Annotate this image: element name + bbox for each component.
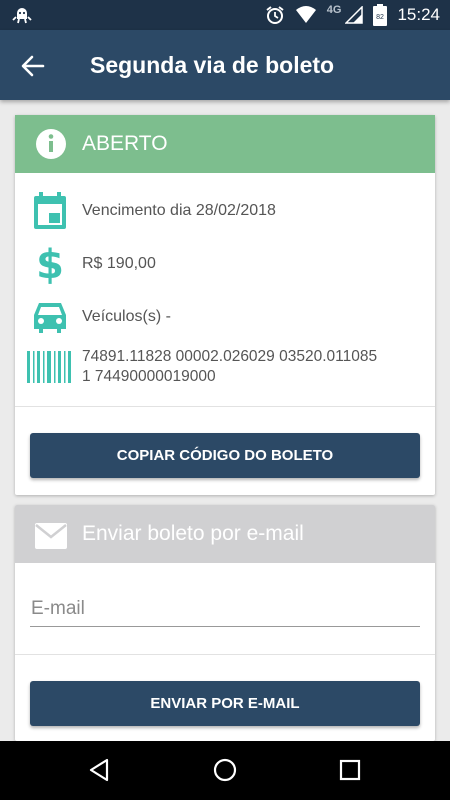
status-header: ABERTO	[15, 115, 435, 173]
barcode-icon	[27, 351, 71, 383]
back-triangle-icon[interactable]	[85, 755, 115, 785]
network-type: 4G	[326, 4, 342, 16]
alarm-icon	[266, 6, 284, 24]
amount-text: R$ 190,00	[82, 255, 156, 272]
email-header-title: Enviar boleto por e-mail	[82, 522, 304, 545]
divider	[15, 654, 435, 655]
system-nav-bar	[0, 741, 450, 800]
app-bar: Segunda via de boleto	[0, 30, 450, 100]
back-arrow-icon[interactable]	[18, 51, 48, 81]
barcode-line-2: 1 74490000019000	[82, 368, 216, 385]
email-card: Enviar boleto por e-mail E-mail ENVIAR P…	[15, 505, 435, 741]
android-debug-icon	[12, 8, 32, 24]
signal-icon	[345, 6, 364, 24]
recents-square-icon[interactable]	[335, 755, 365, 785]
svg-text:$: $	[36, 244, 64, 284]
dollar-icon: $	[36, 244, 64, 284]
clock: 15:24	[397, 5, 440, 24]
due-date-row: Vencimento dia 28/02/2018	[15, 190, 435, 235]
email-header: Enviar boleto por e-mail	[15, 505, 435, 563]
page-title: Segunda via de boleto	[90, 52, 335, 78]
barcode-text: 74891.11828 00002.026029 03520.011085 1 …	[82, 347, 377, 387]
email-field[interactable]: E-mail	[30, 595, 420, 627]
barcode-row: 74891.11828 00002.026029 03520.011085 1 …	[15, 345, 435, 395]
amount-row: $ R$ 190,00	[15, 242, 435, 287]
send-email-button[interactable]: ENVIAR POR E-MAIL	[30, 681, 420, 726]
battery-icon: 82	[373, 4, 388, 26]
status-bar: 4G 82 15:24	[0, 0, 450, 30]
svg-text:82: 82	[377, 14, 385, 21]
wifi-icon	[295, 6, 316, 23]
car-icon	[34, 303, 66, 333]
divider	[15, 406, 435, 407]
boleto-card: ABERTO Vencimento dia 28/02/2018 $ R$ 19…	[15, 115, 435, 495]
vehicles-row: Veículos(s) -	[15, 295, 435, 337]
status-badge: ABERTO	[82, 132, 168, 155]
vehicles-text: Veículos(s) -	[82, 308, 171, 325]
info-icon	[36, 129, 66, 159]
envelope-icon	[35, 523, 67, 549]
calendar-icon	[34, 192, 66, 229]
due-date-text: Vencimento dia 28/02/2018	[82, 202, 276, 219]
copy-code-button[interactable]: COPIAR CÓDIGO DO BOLETO	[30, 433, 420, 478]
home-circle-icon[interactable]	[210, 755, 240, 785]
barcode-line-1: 74891.11828 00002.026029 03520.011085	[82, 348, 378, 365]
